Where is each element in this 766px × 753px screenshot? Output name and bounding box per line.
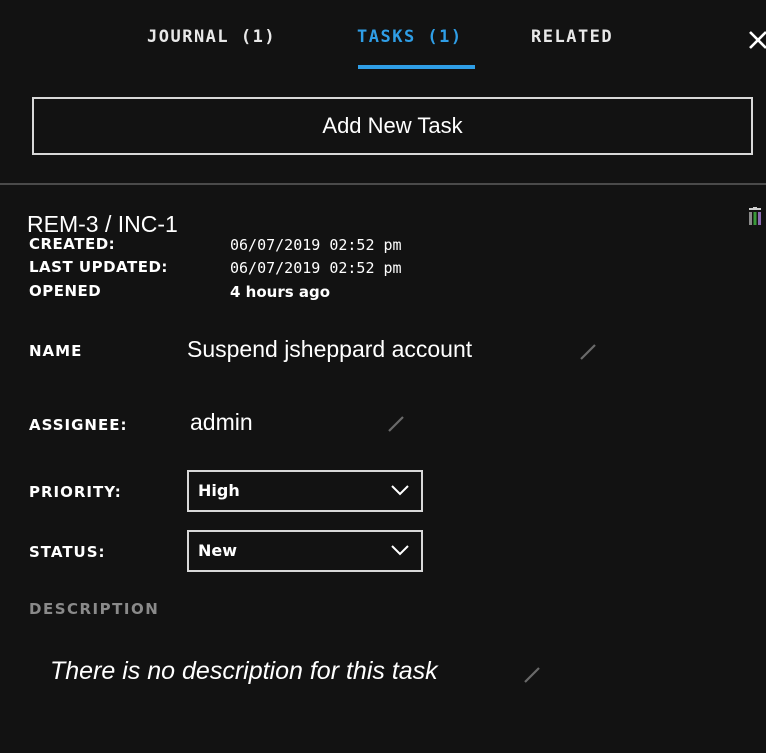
add-new-task-button[interactable]: Add New Task <box>32 97 753 155</box>
assignee-label: ASSIGNEE: <box>29 416 128 434</box>
status-select[interactable]: New <box>187 530 423 572</box>
last-updated-value: 06/07/2019 02:52 pm <box>230 259 402 277</box>
description-label: DESCRIPTION <box>29 600 160 618</box>
created-label: CREATED: <box>29 235 116 253</box>
priority-selected-value: High <box>198 481 240 500</box>
close-icon[interactable] <box>746 28 766 52</box>
opened-label: OPENED <box>29 282 102 300</box>
tasks-panel: JOURNAL (1) TASKS (1) RELATED Add New Ta… <box>0 0 766 753</box>
last-updated-label: LAST UPDATED: <box>29 258 168 276</box>
pencil-icon[interactable] <box>578 342 598 362</box>
created-value: 06/07/2019 02:52 pm <box>230 236 402 254</box>
status-selected-value: New <box>198 541 238 560</box>
priority-label: PRIORITY: <box>29 483 122 501</box>
task-id: REM-3 / INC-1 <box>27 211 178 237</box>
pencil-icon[interactable] <box>522 665 542 685</box>
description-value[interactable]: There is no description for this task <box>50 657 438 686</box>
tab-bar: JOURNAL (1) TASKS (1) RELATED <box>0 0 766 75</box>
trash-icon[interactable] <box>746 207 764 227</box>
tab-journal[interactable]: JOURNAL (1) <box>147 27 276 47</box>
tab-related[interactable]: RELATED <box>531 27 613 47</box>
priority-select[interactable]: High <box>187 470 423 512</box>
status-label: STATUS: <box>29 543 106 561</box>
name-label: NAME <box>29 342 83 360</box>
chevron-down-icon <box>391 485 409 496</box>
chevron-down-icon <box>391 545 409 556</box>
divider <box>0 183 766 185</box>
active-tab-indicator <box>358 65 475 69</box>
pencil-icon[interactable] <box>386 414 406 434</box>
name-value[interactable]: Suspend jsheppard account <box>187 336 472 363</box>
assignee-value[interactable]: admin <box>190 409 253 436</box>
tab-tasks[interactable]: TASKS (1) <box>357 27 463 47</box>
opened-value: 4 hours ago <box>230 283 331 301</box>
